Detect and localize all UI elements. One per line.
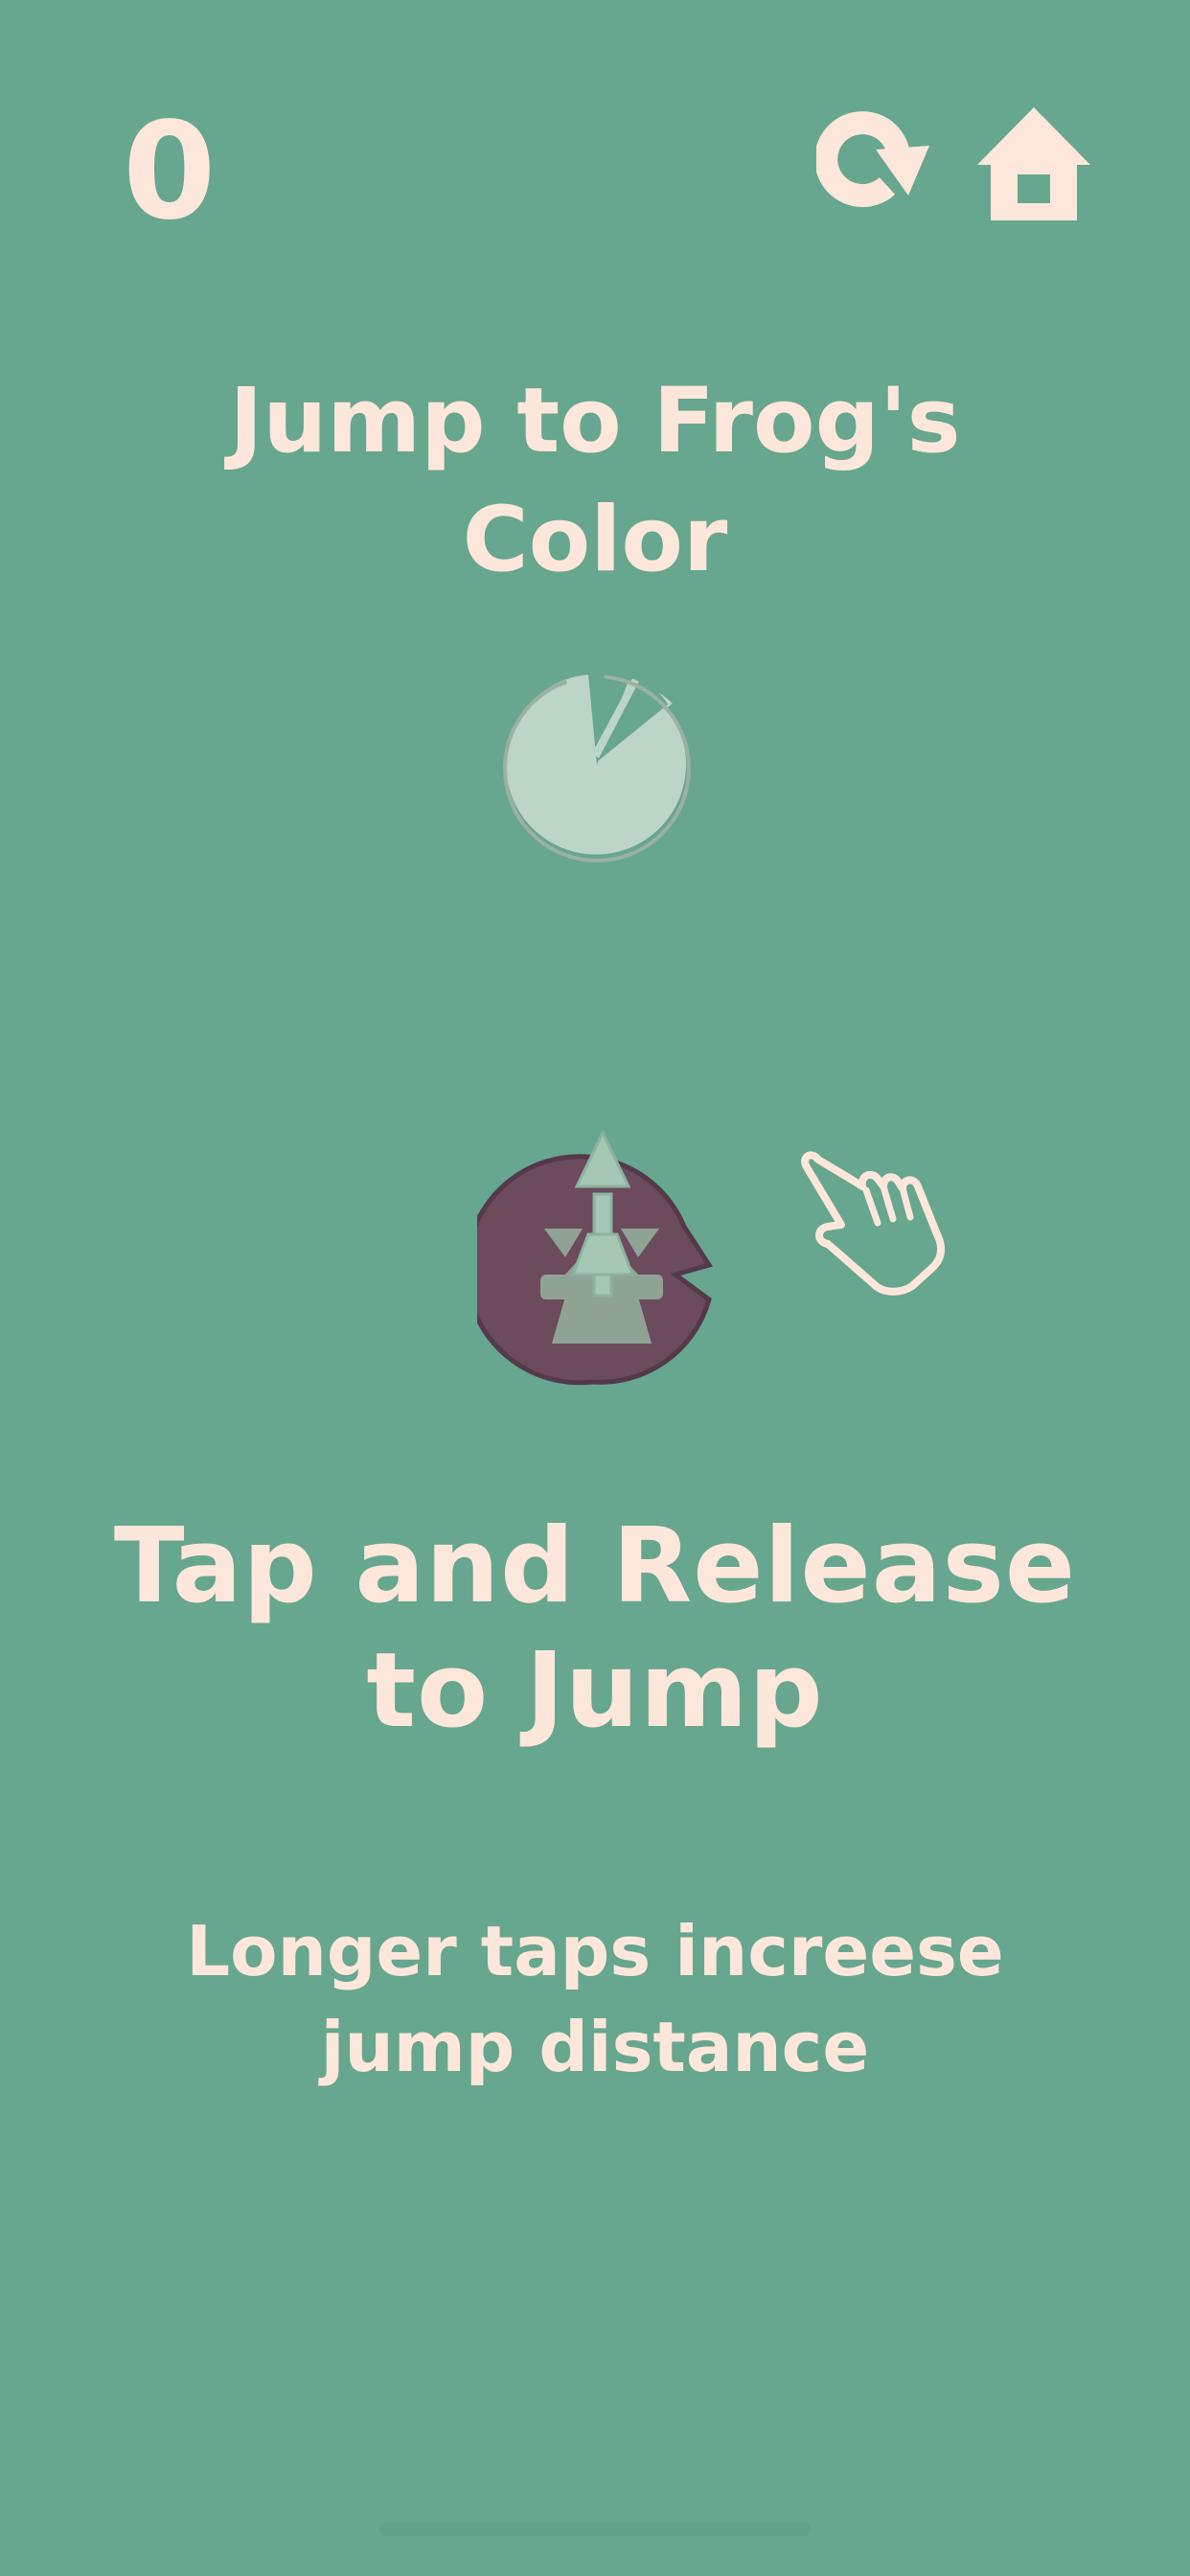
hint-line1: Longer taps increese — [186, 1911, 1004, 1991]
hint-line2: jump distance — [320, 2007, 870, 2087]
tutorial-title-line1: Jump to Frog's — [229, 369, 961, 473]
player-lily-pad[interactable] — [464, 1129, 726, 1409]
home-indicator[interactable] — [379, 2522, 811, 2536]
tutorial-title: Jump to Frog's Color — [0, 362, 1190, 600]
instruction-line2: to Jump — [366, 1631, 824, 1751]
home-button[interactable] — [975, 105, 1092, 222]
home-icon — [977, 107, 1090, 220]
tutorial-title-line2: Color — [462, 488, 728, 592]
frog-on-pad — [464, 1129, 713, 1386]
target-lily-pad — [496, 661, 698, 862]
hint-text: Longer taps increese jump distance — [0, 1903, 1190, 2095]
restart-button[interactable] — [814, 104, 931, 222]
instruction-text: Tap and Release to Jump — [0, 1505, 1190, 1754]
lily-pad-icon — [503, 675, 691, 862]
restart-icon — [814, 111, 929, 208]
instruction-line1: Tap and Release — [113, 1506, 1077, 1626]
score-counter: 0 — [123, 94, 217, 250]
tap-hand-icon — [799, 1144, 946, 1298]
